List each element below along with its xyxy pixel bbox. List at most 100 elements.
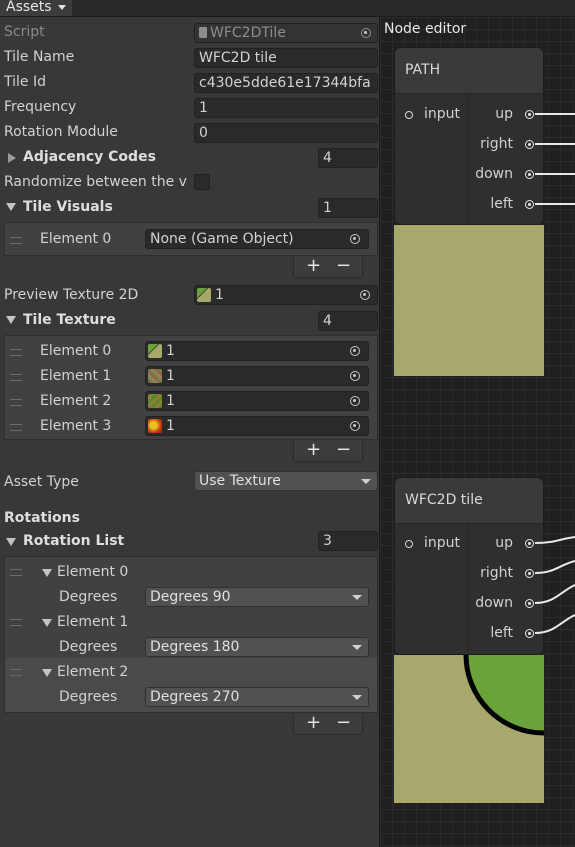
rotations-header: Rotations (4, 510, 80, 526)
texture-thumbnail-icon (148, 419, 162, 433)
remove-element-button[interactable]: − (336, 440, 351, 460)
port-divider (467, 524, 468, 654)
output-port-label-right: right (480, 565, 513, 581)
tile-texture-foldout-arrow[interactable] (6, 316, 16, 324)
object-picker-icon[interactable] (350, 234, 360, 244)
asset-type-dropdown[interactable]: Use Texture (194, 471, 378, 491)
object-picker-icon[interactable] (350, 346, 360, 356)
caret-down-icon (352, 695, 362, 700)
tile-texture-element-2-field[interactable]: 1 (145, 391, 369, 411)
drag-handle-icon[interactable] (10, 399, 22, 406)
tile-texture-element-1-field[interactable]: 1 (145, 366, 369, 386)
degrees-value: Degrees 180 (150, 639, 240, 655)
node-header[interactable]: WFC2D tile (395, 478, 543, 524)
output-port-icon[interactable] (525, 629, 534, 638)
tile-texture-count[interactable]: 4 (318, 311, 378, 331)
tile-visuals-element-label: Element 0 (40, 231, 112, 247)
wfc2d-tile-node[interactable]: WFC2D tile input up right down left (394, 477, 544, 655)
frequency-label: Frequency (4, 99, 77, 115)
element-foldout-arrow[interactable] (42, 569, 52, 577)
rotation-list-count[interactable]: 3 (318, 531, 378, 551)
input-port-icon[interactable] (405, 540, 413, 548)
remove-element-button[interactable]: − (336, 713, 351, 733)
rotation-element-label: Element 2 (57, 664, 129, 680)
object-picker-icon[interactable] (350, 421, 360, 431)
tile-visuals-element-0-field[interactable]: None (Game Object) (145, 229, 369, 249)
tile-texture-element-3-field[interactable]: 1 (145, 416, 369, 436)
object-picker-icon (361, 28, 371, 38)
rotation-list-label[interactable]: Rotation List (23, 533, 124, 549)
adjacency-codes-label[interactable]: Adjacency Codes (23, 149, 156, 165)
rotation-list-foldout-arrow[interactable] (6, 538, 16, 546)
preview-texture-field[interactable]: 1 (194, 285, 378, 305)
object-picker-icon[interactable] (360, 290, 370, 300)
drag-handle-icon[interactable] (10, 374, 22, 381)
tile-visuals-add-remove: + − (293, 256, 363, 278)
drag-handle-icon[interactable] (10, 349, 22, 356)
drag-handle-icon[interactable] (10, 669, 22, 676)
object-picker-icon[interactable] (350, 396, 360, 406)
input-port-icon[interactable] (405, 111, 413, 119)
tile-texture-add-remove: + − (293, 440, 363, 462)
element-foldout-arrow[interactable] (42, 619, 52, 627)
tile-visuals-count[interactable]: 1 (318, 198, 378, 218)
output-port-label-left: left (490, 196, 513, 212)
output-port-icon[interactable] (525, 539, 534, 548)
tile-id-input[interactable]: c430e5dde61e17344bfa (194, 73, 378, 93)
frequency-input[interactable]: 1 (194, 98, 378, 118)
tile-texture-label[interactable]: Tile Texture (23, 312, 116, 328)
output-port-label-down: down (475, 166, 513, 182)
rotation-module-input[interactable]: 0 (194, 123, 378, 143)
path-node[interactable]: PATH input up right down left (394, 47, 544, 225)
add-element-button[interactable]: + (306, 440, 321, 460)
caret-down-icon (361, 479, 371, 484)
tile-visuals-foldout-arrow[interactable] (6, 203, 16, 211)
drag-handle-icon[interactable] (10, 237, 22, 244)
assets-dropdown-button[interactable]: Assets (0, 0, 73, 16)
tile-texture-element-0-field[interactable]: 1 (145, 341, 369, 361)
drag-handle-icon[interactable] (10, 569, 22, 576)
node-header[interactable]: PATH (395, 48, 543, 94)
object-picker-icon[interactable] (350, 371, 360, 381)
asset-type-value: Use Texture (199, 473, 281, 489)
add-element-button[interactable]: + (306, 713, 321, 733)
output-port-icon[interactable] (525, 200, 534, 209)
texture-thumbnail-icon (148, 369, 162, 383)
connection-wire (535, 203, 575, 205)
connection-wire (535, 173, 575, 175)
randomize-checkbox[interactable] (194, 174, 210, 190)
degrees-label: Degrees (59, 589, 118, 605)
script-field: WFC2DTile (194, 23, 378, 43)
remove-element-button[interactable]: − (336, 256, 351, 276)
drag-handle-icon[interactable] (10, 619, 22, 626)
output-port-icon[interactable] (525, 599, 534, 608)
rotation-module-label: Rotation Module (4, 124, 118, 140)
randomize-label: Randomize between the v (4, 174, 187, 190)
degrees-dropdown[interactable]: Degrees 180 (145, 637, 369, 657)
add-element-button[interactable]: + (306, 256, 321, 276)
tile-name-input[interactable]: WFC2D tile (194, 48, 378, 68)
input-port-label: input (424, 106, 461, 122)
degrees-dropdown[interactable]: Degrees 90 (145, 587, 369, 607)
tile-visuals-label[interactable]: Tile Visuals (23, 199, 113, 215)
texture-thumbnail-icon (148, 344, 162, 358)
element-foldout-arrow[interactable] (42, 669, 52, 677)
connection-wire (535, 584, 575, 604)
caret-down-icon (58, 4, 67, 10)
tile-texture-element-label: Element 3 (40, 418, 112, 434)
node-title: PATH (405, 62, 441, 78)
output-port-icon[interactable] (525, 110, 534, 119)
adjacency-codes-foldout-arrow[interactable] (8, 153, 16, 163)
output-port-label-down: down (475, 595, 513, 611)
drag-handle-icon[interactable] (10, 424, 22, 431)
degrees-value: Degrees 90 (150, 589, 231, 605)
asset-type-label: Asset Type (4, 474, 79, 490)
caret-down-icon (352, 595, 362, 600)
script-value: WFC2DTile (210, 25, 286, 41)
output-port-icon[interactable] (525, 140, 534, 149)
adjacency-codes-count[interactable]: 4 (318, 148, 378, 168)
connection-wire (535, 560, 575, 574)
output-port-icon[interactable] (525, 569, 534, 578)
degrees-dropdown[interactable]: Degrees 270 (145, 687, 369, 707)
output-port-icon[interactable] (525, 170, 534, 179)
